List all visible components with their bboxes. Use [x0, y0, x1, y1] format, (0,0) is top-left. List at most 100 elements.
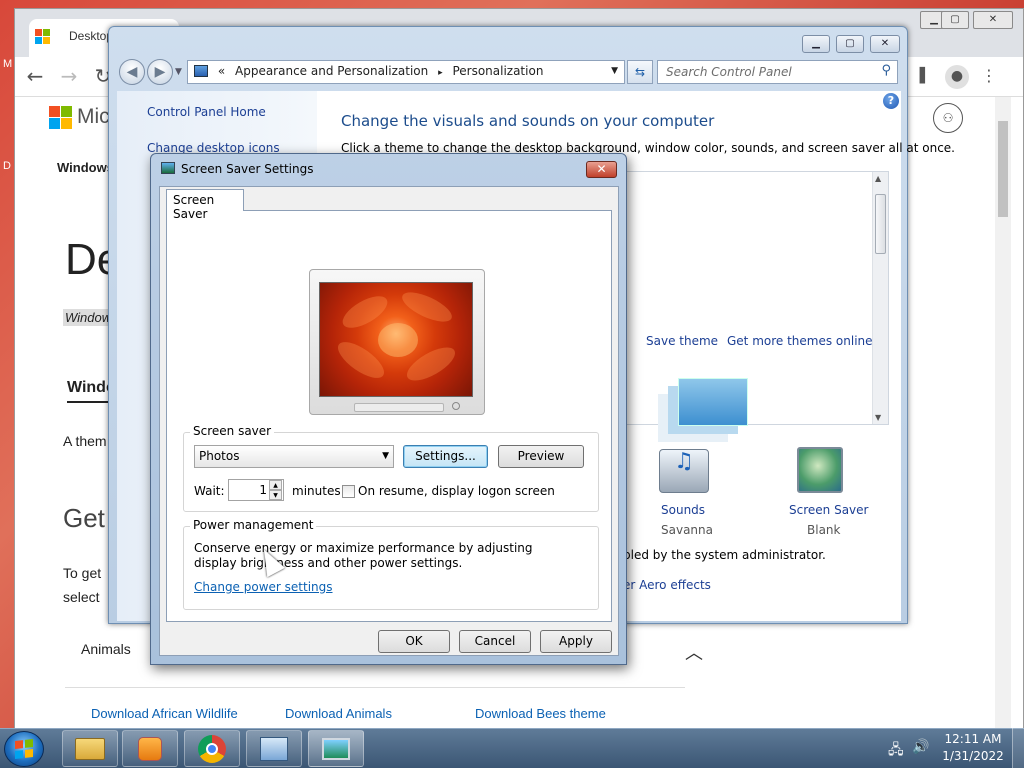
- save-theme-link[interactable]: Save theme: [646, 334, 718, 348]
- clock-time: 12:11 AM: [944, 732, 1002, 746]
- forward-icon[interactable]: →: [57, 65, 81, 89]
- wait-label: Wait:: [194, 484, 225, 498]
- volume-icon[interactable]: 🔊: [912, 739, 929, 755]
- search-icon[interactable]: ⚲: [881, 63, 891, 78]
- select-chevron-down-icon[interactable]: ▼: [382, 451, 389, 461]
- body-text-1: To get: [63, 565, 102, 581]
- breadcrumb-personalization[interactable]: Personalization: [452, 64, 543, 78]
- microsoft-logo: [49, 106, 72, 129]
- address-dropdown-icon[interactable]: ▼: [611, 66, 618, 76]
- control-panel-home-link[interactable]: Control Panel Home: [147, 105, 266, 119]
- scroll-up-icon[interactable]: ▲: [875, 174, 881, 183]
- dialog-body: Screen Saver Screen saver Photos ▼ Setti…: [159, 186, 619, 656]
- preview-screen-image: [319, 282, 473, 397]
- search-input[interactable]: Search Control Panel ⚲: [657, 60, 898, 84]
- download-african-wildlife-link[interactable]: Download African Wildlife: [91, 706, 238, 721]
- ok-button[interactable]: OK: [378, 630, 450, 653]
- cp-nav-buttons: ◀ ▶ ▼: [119, 59, 182, 85]
- breadcrumb-overflow[interactable]: «: [218, 64, 225, 78]
- spin-down-icon[interactable]: ▼: [269, 490, 282, 500]
- wait-minutes-input[interactable]: 1 ▲ ▼: [228, 479, 284, 501]
- windows-logo-icon: [15, 739, 33, 759]
- power-indicator-icon: [452, 402, 460, 410]
- theme-scrollbar-thumb[interactable]: [875, 194, 886, 254]
- sounds-icon[interactable]: ♫: [659, 449, 709, 493]
- screen-saver-group-label: Screen saver: [190, 424, 275, 438]
- dialog-title: Screen Saver Settings: [181, 162, 314, 176]
- screen-saver-icon[interactable]: [797, 447, 843, 493]
- cp-close-button[interactable]: ✕: [870, 35, 900, 53]
- body-text-2: select: [63, 589, 100, 605]
- theme-thumbnail[interactable]: [678, 378, 748, 426]
- power-management-text: Conserve energy or maximize performance …: [194, 541, 533, 570]
- apply-button[interactable]: Apply: [540, 630, 612, 653]
- cp-forward-icon[interactable]: ▶: [147, 59, 173, 85]
- sounds-link[interactable]: Sounds: [661, 503, 705, 517]
- chrome-close-button[interactable]: ✕: [973, 11, 1013, 29]
- cp-maximize-button[interactable]: ▢: [836, 35, 864, 53]
- minutes-label: minutes: [292, 484, 341, 498]
- screen-saver-link[interactable]: Screen Saver: [789, 503, 868, 517]
- resume-logon-checkbox[interactable]: [342, 485, 355, 498]
- control-panel-icon: [194, 65, 208, 77]
- breadcrumb-separator-icon[interactable]: ▸: [438, 68, 443, 78]
- desktop-letter-m: M: [3, 58, 13, 70]
- screen-saver-selected: Photos: [199, 449, 240, 463]
- settings-button[interactable]: Settings...: [403, 445, 488, 468]
- display-settings-icon[interactable]: [308, 730, 364, 767]
- show-desktop-button[interactable]: [1012, 728, 1024, 768]
- desktop-letter-d: D: [3, 160, 11, 172]
- start-button[interactable]: [4, 731, 44, 767]
- dialog-close-button[interactable]: ✕: [586, 161, 617, 178]
- network-icon[interactable]: 🖧: [888, 739, 904, 763]
- resume-logon-label[interactable]: On resume, display logon screen: [358, 484, 555, 498]
- chrome-maximize-button[interactable]: ▢: [941, 11, 969, 29]
- chrome-scrollbar[interactable]: [995, 97, 1011, 731]
- nav-windows[interactable]: Windows: [57, 160, 114, 175]
- monitor-stand: [354, 403, 444, 412]
- aero-effects-link[interactable]: er Aero effects: [623, 578, 711, 592]
- power-management-label: Power management: [190, 518, 317, 532]
- screen-saver-select[interactable]: Photos ▼: [194, 445, 394, 468]
- tab-panel: Screen saver Photos ▼ Settings... Previe…: [166, 210, 612, 622]
- change-power-settings-link[interactable]: Change power settings: [194, 580, 333, 594]
- sidepanel-icon[interactable]: ▌: [913, 65, 937, 89]
- clock[interactable]: 12:11 AM 1/31/2022: [940, 732, 1006, 763]
- spin-up-icon[interactable]: ▲: [269, 480, 282, 490]
- cancel-button[interactable]: Cancel: [459, 630, 531, 653]
- cp-recent-chevron-icon[interactable]: ▼: [175, 67, 182, 77]
- cp-back-icon[interactable]: ◀: [119, 59, 145, 85]
- control-panel-icon[interactable]: [246, 730, 302, 767]
- download-bees-link[interactable]: Download Bees theme: [475, 706, 606, 721]
- chrome-scrollbar-thumb[interactable]: [998, 121, 1008, 217]
- scroll-down-icon[interactable]: ▼: [875, 413, 881, 422]
- breadcrumb-appearance[interactable]: Appearance and Personalization: [235, 64, 428, 78]
- power-management-group: Power management Conserve energy or maxi…: [183, 518, 599, 610]
- preview-button[interactable]: Preview: [498, 445, 584, 468]
- refresh-icon[interactable]: ⇆: [627, 60, 653, 84]
- explorer-icon[interactable]: [62, 730, 118, 767]
- collapse-icon[interactable]: ︿: [685, 639, 703, 665]
- menu-icon[interactable]: ⋮: [977, 65, 1001, 89]
- search-placeholder: Search Control Panel: [666, 65, 792, 79]
- chrome-icon[interactable]: [184, 730, 240, 767]
- animals-category[interactable]: Animals: [81, 641, 131, 657]
- get-more-themes-link[interactable]: Get more themes online: [727, 334, 873, 348]
- screen-saver-dialog: Screen Saver Settings ✕ Screen Saver Scr…: [150, 153, 627, 665]
- themes-intro-text: A them: [63, 433, 107, 449]
- tab-screen-saver[interactable]: Screen Saver: [166, 189, 244, 221]
- profile-icon[interactable]: ●: [945, 65, 969, 89]
- address-bar[interactable]: « Appearance and Personalization ▸ Perso…: [187, 60, 625, 84]
- cp-minimize-button[interactable]: ▁: [802, 35, 830, 53]
- theme-scrollbar[interactable]: ▲ ▼: [872, 172, 888, 424]
- back-icon[interactable]: ←: [23, 65, 47, 89]
- clock-date: 1/31/2022: [942, 749, 1004, 763]
- screen-saver-group: Screen saver Photos ▼ Settings... Previe…: [183, 424, 599, 512]
- account-icon[interactable]: ⚇: [933, 103, 963, 133]
- preview-monitor: [309, 269, 485, 415]
- help-icon[interactable]: ?: [883, 93, 899, 109]
- media-player-icon[interactable]: [122, 730, 178, 767]
- divider: [65, 687, 685, 688]
- download-animals-link[interactable]: Download Animals: [285, 706, 392, 721]
- sounds-value: Savanna: [661, 523, 713, 537]
